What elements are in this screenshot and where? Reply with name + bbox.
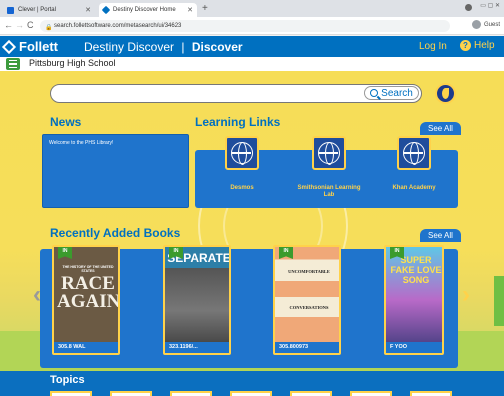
help-icon: ? (460, 40, 471, 51)
news-heading: News (50, 115, 82, 129)
site-bar: Pittsburg High School (0, 57, 504, 71)
profile-label: Guest (483, 21, 500, 28)
topic-tile[interactable] (410, 391, 452, 396)
site-name: Pittsburg High School (29, 58, 116, 68)
login-link[interactable]: Log In (419, 41, 447, 52)
app-title: Destiny Discover | Discover (84, 40, 243, 54)
tab-title: Clever | Portal (18, 7, 56, 13)
recent-books-see-all[interactable]: See All (420, 229, 461, 242)
call-number: 305.800973 (275, 342, 339, 353)
url-text: search.follettsoftware.com/metasearch/ui… (54, 23, 182, 29)
close-tab-icon[interactable]: ✕ (187, 6, 193, 14)
search-button[interactable]: Search (364, 86, 419, 100)
learning-link-label[interactable]: Desmos (207, 185, 277, 192)
book-cover-race-against[interactable]: THE HISTORY OF THE UNITED STATES RACE AG… (52, 245, 120, 355)
help-link[interactable]: ? Help (460, 40, 495, 51)
new-tab-button[interactable]: + (202, 3, 208, 14)
learning-link-smithsonian[interactable] (312, 136, 346, 170)
learning-links-heading: Learning Links (195, 115, 281, 129)
title-separator: | (181, 40, 185, 54)
learning-link-label[interactable]: Khan Academy (379, 185, 449, 192)
learning-link-khan-academy[interactable] (397, 136, 431, 170)
avatar (471, 20, 481, 29)
topic-tile[interactable] (230, 391, 272, 396)
close-tab-icon[interactable]: ✕ (85, 6, 91, 14)
forward-button[interactable]: → (15, 20, 24, 30)
window-controls[interactable]: ▭ ▢ ✕ (480, 2, 500, 9)
lock-icon: 🔒 (45, 25, 53, 31)
globe-icon (403, 142, 425, 165)
carousel-next-icon[interactable]: › (462, 281, 470, 309)
cover-title: SUPER FAKE LOVE SONG (390, 255, 442, 285)
cover-subtitle: THE HISTORY OF THE UNITED STATES (62, 265, 114, 273)
topic-tile[interactable] (350, 391, 392, 396)
book-cover-separate[interactable]: SEPARATE IN 323.1196/... (163, 245, 231, 355)
carousel-prev-icon[interactable]: ‹ (33, 281, 41, 309)
cover-title: UNCOMFORTABLE (288, 269, 330, 274)
url-bar[interactable]: 🔒 search.follettsoftware.com/metasearch/… (40, 20, 450, 32)
learning-link-label[interactable]: Smithsonian Learning Lab (294, 185, 364, 199)
follett-diamond-icon (1, 39, 17, 54)
feedback-tab[interactable] (494, 276, 504, 326)
tab-destiny-discover[interactable]: Destiny Discover Home ✕ (99, 3, 197, 17)
book-cover-uncomfortable-conversations[interactable]: UNCOMFORTABLE CONVERSATIONS IN 305.80097… (273, 245, 341, 355)
topic-tile[interactable] (170, 391, 212, 396)
topic-tile[interactable] (50, 391, 92, 396)
topic-tile[interactable] (110, 391, 152, 396)
news-panel: Welcome to the PHS Library! (42, 134, 189, 208)
product-name: Destiny Discover (84, 40, 175, 54)
follett-logo[interactable]: Follett (1, 39, 58, 54)
address-bar-row: ← → C 🔒 search.follettsoftware.com/metas… (0, 17, 504, 35)
section-name: Discover (191, 40, 243, 54)
clever-favicon-icon (7, 6, 14, 14)
learning-link-desmos[interactable] (225, 136, 259, 170)
topic-tile[interactable] (290, 391, 332, 396)
discover-page: Search News Welcome to the PHS Library! … (0, 71, 504, 396)
back-button[interactable]: ← (4, 20, 13, 30)
book-cover-super-fake-love-song[interactable]: SUPER FAKE LOVE SONG IN F YOO (384, 245, 444, 355)
help-label: Help (474, 40, 495, 51)
brand-name: Follett (19, 39, 58, 54)
reload-button[interactable]: C (27, 20, 34, 30)
recently-added-heading: Recently Added Books (50, 226, 181, 240)
profile-indicator-icon[interactable] (465, 4, 472, 11)
follett-favicon-icon (101, 5, 111, 15)
cover-title: RACE AGAINST (57, 273, 120, 312)
profile-button[interactable]: Guest (471, 20, 500, 29)
search-button-label: Search (381, 87, 413, 99)
call-number: 305.8 WAL (54, 342, 118, 353)
topics-heading: Topics (50, 374, 85, 386)
cover-subtitle: CONVERSATIONS (289, 305, 329, 310)
news-item[interactable]: Welcome to the PHS Library! (49, 140, 113, 146)
tab-clever-portal[interactable]: Clever | Portal ✕ (3, 3, 95, 17)
globe-icon (231, 142, 253, 165)
search-input[interactable]: Search (50, 84, 422, 103)
call-number: F YOO (386, 342, 442, 353)
learning-links-see-all[interactable]: See All (420, 122, 461, 135)
tab-title: Destiny Discover Home (113, 7, 176, 13)
app-header: Follett Destiny Discover | Discover Log … (0, 36, 504, 57)
call-number: 323.1196/... (165, 342, 229, 353)
globe-icon (318, 142, 340, 165)
search-scope-icon[interactable] (435, 83, 456, 104)
browser-tab-strip: Clever | Portal ✕ Destiny Discover Home … (0, 0, 504, 17)
search-icon (370, 89, 379, 97)
hamburger-menu-icon[interactable] (6, 58, 20, 70)
